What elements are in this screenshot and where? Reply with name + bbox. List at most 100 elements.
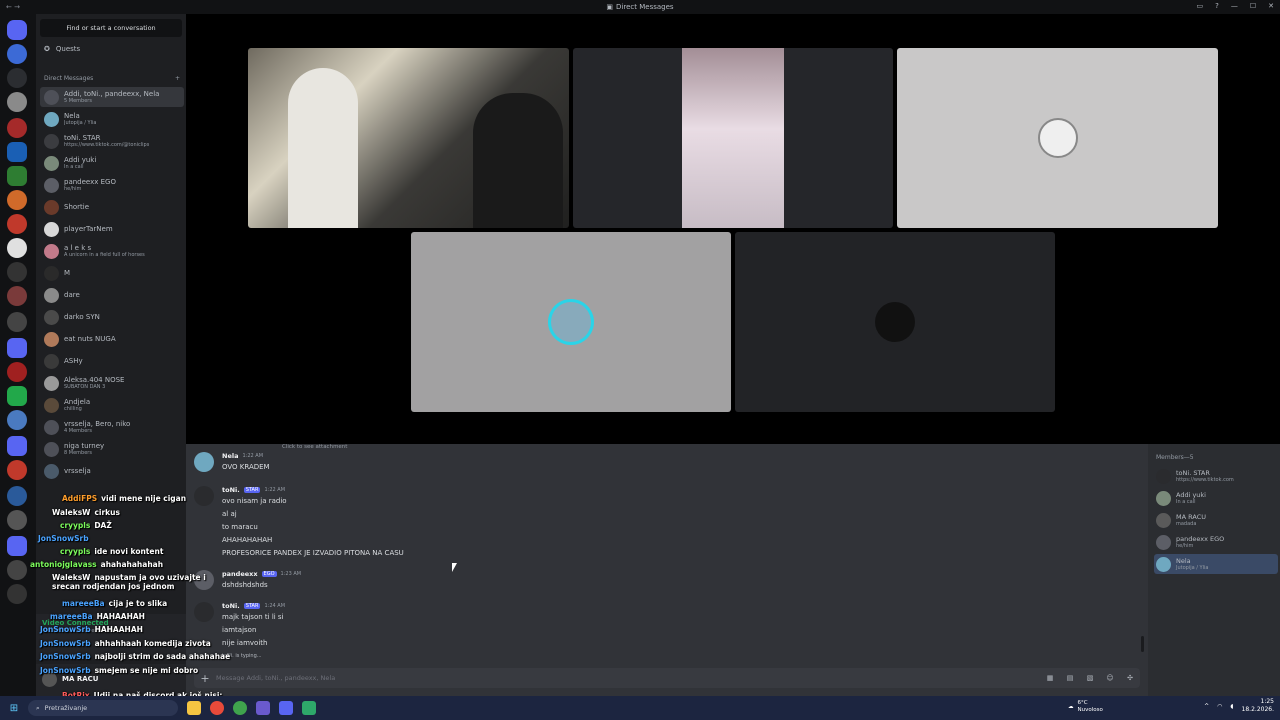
avatar: [1037, 118, 1078, 158]
stream-chat-line: antoniojglavass ahahahahahah: [30, 560, 163, 569]
dm-icon: ▣: [606, 3, 614, 11]
member-item[interactable]: MA RACU madada: [1154, 510, 1278, 530]
chat-scrollbar[interactable]: [1141, 636, 1144, 652]
member-item[interactable]: Nela Jutopija / Ylia: [1154, 554, 1278, 574]
folder-icon[interactable]: [7, 338, 27, 358]
inbox-icon[interactable]: ▭: [1197, 2, 1204, 10]
member-item[interactable]: toNi. STAR https://www.tiktok.com: [1154, 466, 1278, 486]
server-icon[interactable]: [7, 142, 27, 162]
server-icon[interactable]: [7, 386, 27, 406]
participant-tile[interactable]: [411, 232, 731, 412]
member-item[interactable]: pandeexx EGO he/him: [1154, 532, 1278, 552]
dm-header: Direct Messages +: [44, 75, 180, 82]
server-icon[interactable]: [7, 312, 27, 332]
chevron-up-icon[interactable]: ^: [1204, 703, 1209, 710]
avatar[interactable]: [194, 452, 214, 472]
server-icon[interactable]: [7, 410, 27, 430]
server-icon[interactable]: [7, 44, 27, 64]
add-dm-icon[interactable]: +: [175, 75, 180, 82]
mouse-cursor: [452, 563, 457, 572]
history-nav[interactable]: ← →: [6, 3, 20, 11]
participant-tile[interactable]: [897, 48, 1218, 228]
quests-link[interactable]: ✪ Quests: [44, 45, 80, 53]
app-icon[interactable]: [256, 701, 270, 715]
chrome-icon[interactable]: [233, 701, 247, 715]
file-explorer-icon[interactable]: [187, 701, 201, 715]
dm-item[interactable]: Addi yuki In a call: [40, 153, 184, 173]
dm-item[interactable]: pandeexx EGO he/him: [40, 175, 184, 195]
message-author[interactable]: toNi.: [222, 602, 240, 610]
attachment-hint[interactable]: Click to see attachment: [282, 444, 347, 450]
dm-item[interactable]: Nela Jutopija / Ylia: [40, 109, 184, 129]
windows-start-icon[interactable]: ⊞: [0, 703, 28, 714]
discord-icon[interactable]: [279, 701, 293, 715]
server-icon[interactable]: [7, 214, 27, 234]
chrome-icon[interactable]: [210, 701, 224, 715]
server-icon[interactable]: [7, 362, 27, 382]
minimize-button[interactable]: —: [1231, 2, 1238, 10]
message-text: to maracu: [222, 523, 258, 531]
video-tile[interactable]: [573, 48, 893, 228]
dm-item[interactable]: vrsselja, Bero, niko 4 Members: [40, 417, 184, 437]
message-author[interactable]: pandeexx: [222, 570, 258, 578]
apps-icon[interactable]: ✣: [1120, 674, 1140, 682]
dm-item[interactable]: playerTarNem: [40, 219, 184, 239]
gift-icon[interactable]: ▦: [1040, 674, 1060, 682]
member-name: pandeexx EGO: [1176, 535, 1225, 543]
server-icon[interactable]: [7, 238, 27, 258]
video-tile[interactable]: [248, 48, 569, 228]
server-icon[interactable]: [7, 118, 27, 138]
dm-name: Andjela: [64, 398, 91, 406]
dm-item[interactable]: vrsselja: [40, 461, 184, 481]
sticker-icon[interactable]: ▧: [1080, 674, 1100, 682]
participant-tile[interactable]: [735, 232, 1055, 412]
dm-item[interactable]: Shortie: [40, 197, 184, 217]
message-author[interactable]: toNi.: [222, 486, 240, 494]
gif-icon[interactable]: ▤: [1060, 674, 1080, 682]
dm-item[interactable]: darko SYN: [40, 307, 184, 327]
avatar: [44, 353, 59, 369]
dm-item[interactable]: niga turney 8 Members: [40, 439, 184, 459]
app-icon[interactable]: [302, 701, 316, 715]
dm-item[interactable]: Aleksa.404 NOSE SUBATON DAN 3: [40, 373, 184, 393]
help-icon[interactable]: ?: [1215, 2, 1219, 10]
dm-item[interactable]: ASHy: [40, 351, 184, 371]
message-text: ovo nisam ja radio: [222, 497, 287, 505]
dm-item[interactable]: a l e k sA unicorn in a field full of ho…: [40, 241, 184, 261]
weather-widget[interactable]: ☁ 6°C Nuvoloso: [1068, 700, 1103, 714]
close-button[interactable]: ✕: [1268, 2, 1274, 10]
message-header: Nela 1:22 AM: [222, 452, 263, 460]
maximize-button[interactable]: ☐: [1250, 2, 1256, 10]
member-name: MA RACU: [1176, 513, 1207, 521]
dm-item[interactable]: dare: [40, 285, 184, 305]
message-time: 1:22 AM: [242, 453, 264, 459]
dm-item[interactable]: Addi, toNi., pandeexx, Nela 5 Members: [40, 87, 184, 107]
dm-item[interactable]: M: [40, 263, 184, 283]
find-conversation-button[interactable]: Find or start a conversation: [40, 19, 182, 37]
dm-item[interactable]: eat nuts NUGA: [40, 329, 184, 349]
home-button[interactable]: [7, 20, 27, 40]
server-icon[interactable]: [7, 68, 27, 88]
stream-chat-text: vidi mene nije cigan: [101, 494, 187, 503]
emoji-icon[interactable]: ☺: [1100, 674, 1120, 682]
server-icon[interactable]: [7, 166, 27, 186]
server-icon[interactable]: [7, 460, 27, 480]
message-composer[interactable]: + Message Addi, toNi., pandeexx, Nela ▦ …: [194, 668, 1140, 688]
stream-chat-line: cryypls ide novi kontent: [60, 547, 163, 556]
taskbar-search[interactable]: ⌕ Pretraživanje: [28, 700, 178, 716]
server-icon[interactable]: [7, 262, 27, 282]
folder-icon[interactable]: [7, 436, 27, 456]
composer-placeholder[interactable]: Message Addi, toNi., pandeexx, Nela: [216, 674, 1040, 682]
server-icon[interactable]: [7, 190, 27, 210]
avatar: [44, 177, 59, 193]
wifi-icon[interactable]: ◠: [1217, 703, 1222, 710]
volume-icon[interactable]: ◖: [1230, 703, 1233, 710]
dm-item[interactable]: toNi. STAR https://www.tiktok.com/@tonicl…: [40, 131, 184, 151]
server-icon[interactable]: [7, 286, 27, 306]
server-icon[interactable]: [7, 92, 27, 112]
dm-item[interactable]: Andjela chilling: [40, 395, 184, 415]
member-item[interactable]: Addi yuki In a call: [1154, 488, 1278, 508]
clock[interactable]: 1:25 18.2.2026.: [1242, 698, 1274, 714]
message-author[interactable]: Nela: [222, 452, 238, 460]
dm-name: Addi, toNi., pandeexx, Nela: [64, 90, 160, 98]
